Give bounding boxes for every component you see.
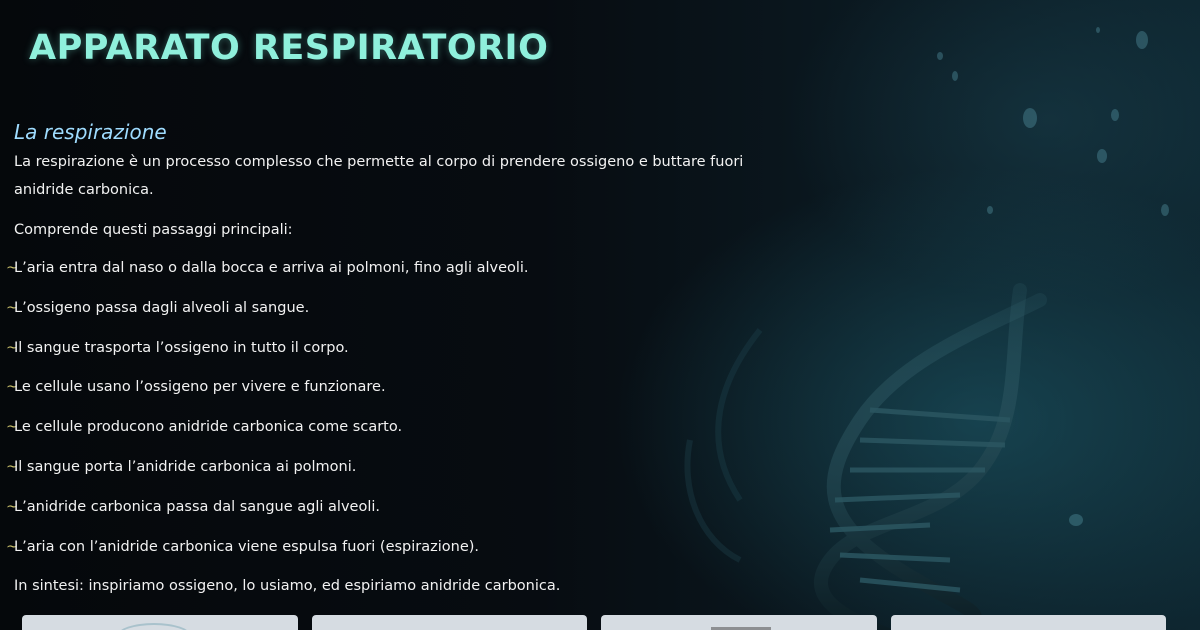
tilde-bullet-icon: ~ [6, 419, 19, 436]
step-text: L’aria entra dal naso o dalla bocca e ar… [14, 260, 529, 276]
section-heading: La respirazione [14, 120, 167, 144]
image-cards-row [22, 615, 1166, 630]
step-text: Le cellule usano l’ossigeno per vivere e… [14, 379, 386, 396]
image-card[interactable] [22, 615, 298, 630]
list-item: ~L’ossigeno passa dagli alveoli al sangu… [6, 294, 814, 322]
list-item: ~L’aria entra dal naso o dalla bocca e a… [6, 254, 814, 282]
tilde-bullet-icon: ~ [6, 299, 19, 316]
tilde-bullet-icon: ~ [6, 339, 19, 356]
step-text: L’aria con l’anidride carbonica viene es… [14, 538, 480, 555]
lung-image-thumbnail [117, 623, 191, 630]
step-text: Il sangue porta l’anidride carbonica ai … [14, 458, 357, 475]
list-item: ~L’aria con l’anidride carbonica viene e… [6, 533, 814, 561]
image-card[interactable] [601, 615, 877, 630]
page: APPARATO RESPIRATORIO La respirazione La… [0, 0, 1200, 630]
list-item: ~Il sangue trasporta l’ossigeno in tutto… [6, 334, 814, 362]
steps-list: ~L’aria entra dal naso o dalla bocca e a… [6, 254, 814, 561]
steps-lead: Comprende questi passaggi principali: [14, 222, 293, 238]
step-text: Le cellule producono anidride carbonica … [14, 419, 403, 436]
tilde-bullet-icon: ~ [6, 260, 19, 276]
step-text: L’anidride carbonica passa dal sangue ag… [14, 498, 380, 515]
step-text: L’ossigeno passa dagli alveoli al sangue… [14, 299, 310, 316]
tilde-bullet-icon: ~ [6, 538, 19, 555]
step-text: Il sangue trasporta l’ossigeno in tutto … [14, 339, 349, 356]
list-item: ~L’anidride carbonica passa dal sangue a… [6, 493, 814, 521]
list-item: ~Le cellule producono anidride carbonica… [6, 413, 814, 441]
page-title: APPARATO RESPIRATORIO [29, 28, 549, 68]
image-card[interactable] [890, 615, 1166, 630]
respiration-section: La respirazione La respirazione è un pro… [6, 120, 814, 600]
intro-paragraph: La respirazione è un processo complesso … [14, 154, 744, 198]
summary-paragraph: In sintesi: inspiriamo ossigeno, lo usia… [14, 578, 561, 595]
tilde-bullet-icon: ~ [6, 458, 19, 475]
tilde-bullet-icon: ~ [6, 379, 19, 396]
image-card[interactable] [311, 615, 587, 630]
tilde-bullet-icon: ~ [6, 498, 19, 515]
list-item: ~Le cellule usano l’ossigeno per vivere … [6, 373, 814, 401]
list-item: ~Il sangue porta l’anidride carbonica ai… [6, 453, 814, 481]
